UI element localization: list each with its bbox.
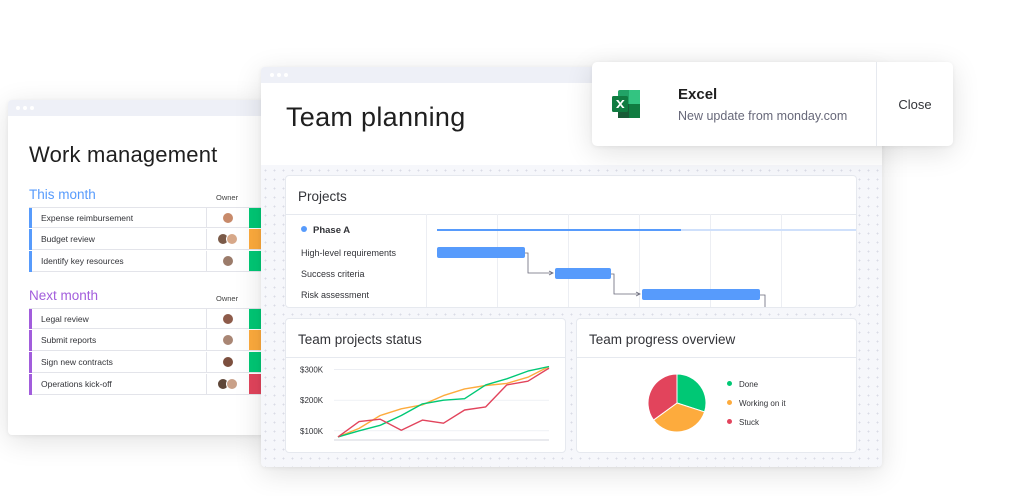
pie-chart: [647, 373, 707, 433]
task-name: Expense reimbursement: [41, 213, 134, 223]
window-dot: [270, 73, 274, 77]
series-line: [337, 365, 550, 438]
progress-overview-widget: Team progress overview Done Working on i…: [576, 318, 857, 453]
avatar[interactable]: [226, 233, 238, 245]
group-color-bar: [29, 251, 32, 272]
group-color-bar: [29, 352, 32, 373]
task-name: Budget review: [41, 234, 95, 244]
dashboard-title: Team planning: [286, 102, 466, 132]
group-color-bar: [29, 309, 32, 329]
column-divider: [206, 251, 207, 271]
avatar[interactable]: [222, 255, 234, 267]
task-name: Operations kick-off: [41, 379, 112, 389]
column-divider: [206, 229, 207, 249]
task-row[interactable]: Identify key resources: [29, 251, 270, 272]
notification-message: New update from monday.com: [678, 109, 848, 123]
task-row[interactable]: Submit reports: [29, 330, 270, 351]
window-dot: [23, 106, 27, 110]
projects-widget: Projects Phase A High-level requirements…: [285, 175, 857, 308]
avatar[interactable]: [222, 313, 234, 325]
projects-status-widget: Team projects status $100K $200K $300K: [285, 318, 566, 453]
excel-notification: Excel New update from monday.com Close: [592, 62, 953, 146]
y-tick-label: $200K: [300, 396, 324, 405]
window-titlebar: [8, 100, 270, 116]
avatar[interactable]: [222, 356, 234, 368]
column-divider: [206, 309, 207, 328]
legend-label: Working on it: [739, 399, 786, 408]
line-chart: $100K $200K $300K: [300, 365, 550, 441]
group-color-bar: [29, 208, 32, 228]
task-name: Submit reports: [41, 335, 97, 345]
task-name: Legal review: [41, 314, 89, 324]
window-dot: [30, 106, 34, 110]
column-divider: [206, 208, 207, 227]
group-color-bar: [29, 229, 32, 250]
task-row[interactable]: Sign new contracts: [29, 352, 270, 373]
work-management-window: Work management This month Owner Expense…: [8, 100, 270, 435]
task-name: Sign new contracts: [41, 357, 113, 367]
task-row[interactable]: Expense reimbursement: [29, 207, 270, 228]
avatar[interactable]: [226, 378, 238, 390]
legend-dot-icon: [727, 400, 732, 405]
avatar[interactable]: [222, 334, 234, 346]
series-line: [337, 367, 550, 438]
legend-item-stuck: Stuck: [727, 418, 759, 427]
y-tick-label: $300K: [300, 366, 324, 375]
legend-item-working: Working on it: [727, 399, 786, 408]
group-title-this-month[interactable]: This month: [29, 187, 96, 202]
owner-column-header: Owner: [216, 193, 239, 202]
task-row[interactable]: Budget review: [29, 229, 270, 250]
column-divider: [206, 374, 207, 394]
task-row[interactable]: Legal review: [29, 308, 270, 329]
legend-dot-icon: [727, 419, 732, 424]
task-name: Identify key resources: [41, 256, 124, 266]
window-dot: [16, 106, 20, 110]
excel-icon: [612, 90, 640, 118]
series-line: [337, 365, 550, 438]
legend-item-done: Done: [727, 380, 758, 389]
legend-label: Stuck: [739, 418, 760, 427]
window-dot: [284, 73, 288, 77]
avatar[interactable]: [222, 212, 234, 224]
owner-column-header: Owner: [216, 294, 239, 303]
column-divider: [206, 352, 207, 372]
group-title-next-month[interactable]: Next month: [29, 288, 98, 303]
column-divider: [206, 330, 207, 350]
gantt-dependency-arrows: [525, 252, 766, 307]
task-row[interactable]: Operations kick-off: [29, 374, 270, 395]
group-color-bar: [29, 374, 32, 395]
group-color-bar: [29, 330, 32, 351]
window-dot: [277, 73, 281, 77]
board-title: Work management: [29, 142, 218, 167]
legend-dot-icon: [727, 381, 732, 386]
close-button[interactable]: Close: [877, 62, 953, 146]
y-tick-label: $100K: [300, 427, 324, 436]
legend-label: Done: [739, 380, 759, 389]
notification-app-name: Excel: [678, 86, 718, 103]
